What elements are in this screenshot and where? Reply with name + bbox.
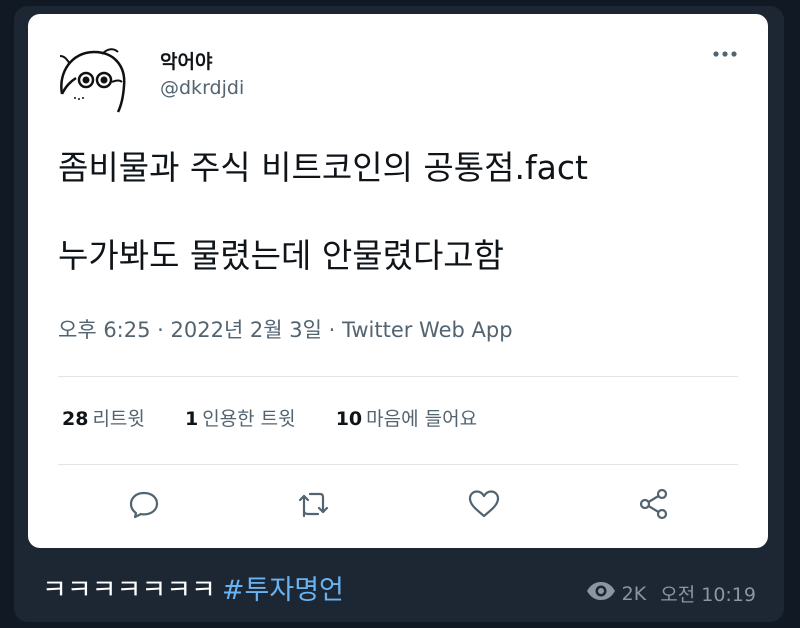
like-icon[interactable] [464,484,504,524]
tweet-meta: 오후 6:25 · 2022년 2월 3일 · Twitter Web App [58,314,513,344]
like-count[interactable]: 10 마음에 들어요 [336,404,477,431]
divider [58,464,738,465]
view-count: 2K [621,582,647,605]
quote-count[interactable]: 1 인용한 트윗 [185,404,296,431]
message-caption: ㅋㅋㅋㅋㅋㅋㅋ #투자명언 [42,568,344,607]
tweet-text-line-1: 좀비물과 주식 비트코인의 공통점.fact [58,148,588,187]
tweet-actions [28,484,768,534]
tweet-text-line-2: 누가봐도 물렸는데 안물렸다고함 [58,236,505,275]
tweet-text: 좀비물과 주식 비트코인의 공통점.fact 누가봐도 물렸는데 안물렸다고함 [58,146,588,278]
message-time: 오전 10:19 [660,584,756,606]
avatar-doodle-icon [59,48,126,113]
hashtag-link[interactable]: #투자명언 [222,575,344,606]
retweet-icon[interactable] [294,484,334,524]
retweet-count[interactable]: 28 리트윗 [62,404,145,431]
eye-icon [586,581,616,606]
more-horizontal-icon[interactable] [710,44,740,64]
share-icon[interactable] [634,484,674,524]
message-meta: 2K 오전 10:19 [586,580,756,607]
divider [58,376,738,377]
tweet-timestamp[interactable]: 오후 6:25 · 2022년 2월 3일 · [58,318,342,342]
tweet-card[interactable]: 악어야 @dkrdjdi 좀비물과 주식 비트코인의 공통점.fact 누가봐도… [28,14,768,548]
avatar[interactable] [56,42,132,118]
reply-icon[interactable] [124,484,164,524]
tweet-stats: 28 리트윗 1 인용한 트윗 10 마음에 들어요 [62,404,511,431]
user-handle[interactable]: @dkrdjdi [160,77,244,99]
display-name[interactable]: 악어야 [160,47,212,74]
caption-text: ㅋㅋㅋㅋㅋㅋㅋ [42,575,216,606]
tweet-source-app[interactable]: Twitter Web App [342,318,513,342]
